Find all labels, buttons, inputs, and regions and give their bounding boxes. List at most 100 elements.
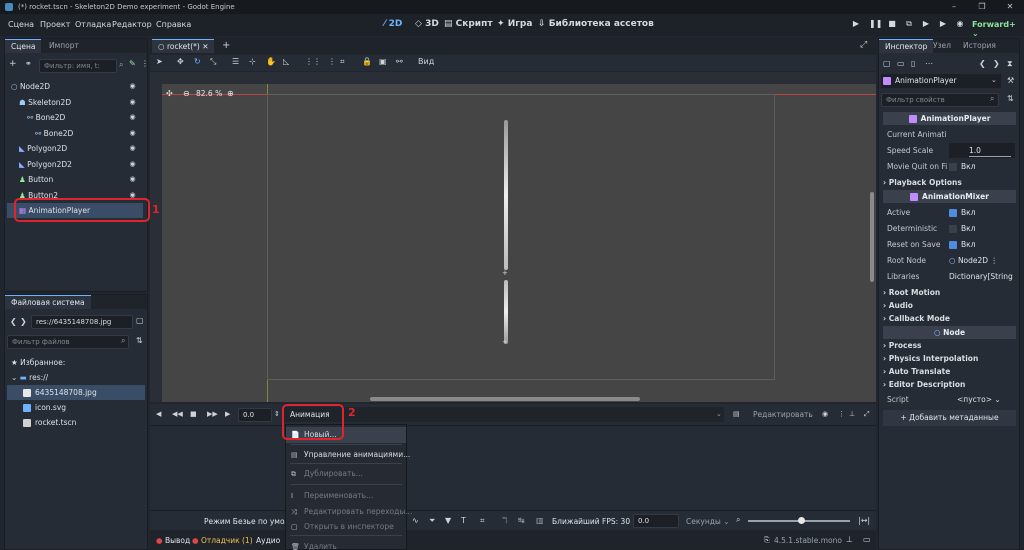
save-resource-icon[interactable]: ▯ <box>911 59 915 68</box>
prop-active-toggle[interactable]: Вкл <box>949 205 975 220</box>
scene-options-icon[interactable]: ⋮ <box>141 59 149 68</box>
close-button[interactable]: ✕ <box>996 0 1024 14</box>
property-sort-icon[interactable]: ⇅ <box>1007 94 1014 103</box>
anim-list-icon[interactable]: ▤ <box>733 410 740 418</box>
menu-scene[interactable]: Сцена <box>8 20 34 29</box>
menu-project[interactable]: Проект <box>40 20 70 29</box>
select-tool-icon[interactable]: ➤ <box>156 57 163 66</box>
pin-icon[interactable]: ⊥ <box>849 410 855 418</box>
mode-2d-button[interactable]: ⁄ 2D <box>384 19 402 29</box>
visibility-eye-icon[interactable]: ◉ <box>128 82 137 91</box>
sort-icon[interactable]: ⇅ <box>136 336 143 345</box>
object-history-icon[interactable]: ⧗ <box>1007 59 1013 69</box>
bone-icon[interactable]: ⚯ <box>396 57 403 66</box>
zoom-in-icon[interactable]: ⊕ <box>227 89 234 98</box>
section-process[interactable]: › Process <box>883 339 922 352</box>
object-selector-chevron-icon[interactable]: ⌄ <box>991 76 997 84</box>
back-icon[interactable]: ❮ <box>10 317 17 326</box>
maximize-button[interactable]: ❐ <box>968 0 996 14</box>
res-root-row[interactable]: ⌄ ▬ res:// <box>11 370 48 385</box>
play-backwards-start-icon[interactable]: ◀◀ <box>172 410 183 418</box>
remote-debug-icon[interactable]: ⧉ <box>903 19 915 31</box>
zoom-pan-icon[interactable]: ✣ <box>166 89 173 98</box>
play-custom-icon[interactable]: ▶ <box>937 19 949 31</box>
file-filter-input[interactable]: Фильтр файлов <box>7 335 129 349</box>
scale-tool-icon[interactable]: ⤡ <box>210 57 216 67</box>
path-field[interactable]: res://6435148708.jpg <box>31 315 133 329</box>
lock-icon[interactable]: 🔒 <box>362 57 372 66</box>
minimize-button[interactable]: – <box>940 0 968 14</box>
history-back-icon[interactable]: ❮ <box>979 59 986 68</box>
visibility-eye-icon[interactable]: ◉ <box>128 129 137 138</box>
anim-time-field[interactable]: 0.0 <box>238 408 272 422</box>
fps-step-icon[interactable]: ▥ <box>536 516 544 525</box>
favorites-row[interactable]: ★ Избранное: <box>11 355 65 370</box>
grid-keys-icon[interactable]: ⌗ <box>480 516 485 526</box>
scene-node-row[interactable]: ⚯ Bone2D ◉ <box>7 110 143 125</box>
grid-icon[interactable]: ⌗ <box>340 57 345 67</box>
bone-lower[interactable] <box>504 280 508 344</box>
section-root-motion[interactable]: › Root Motion <box>883 286 940 299</box>
pause-icon[interactable]: ❚❚ <box>869 19 882 31</box>
bottom-panel-icon[interactable]: ▭ <box>863 535 871 544</box>
popup-menu-item[interactable]: ▤ Управление анимациями... <box>286 447 410 463</box>
onion-skin-icon[interactable]: ◉ <box>822 410 828 418</box>
bone-upper[interactable] <box>504 120 508 270</box>
file-row-tscn[interactable]: rocket.tscn <box>23 415 76 430</box>
tab-scene[interactable]: Сцена <box>5 39 42 53</box>
menu-debug[interactable]: Отладка <box>75 20 111 29</box>
menu-help[interactable]: Справка <box>156 20 191 29</box>
tab-output[interactable]: ● Вывод <box>156 536 190 545</box>
renderer-selector[interactable]: Forward+ ⌄ <box>972 20 1024 38</box>
speed-scale-slider[interactable] <box>969 156 1011 157</box>
prop-libraries-value[interactable]: Dictionary[String <box>949 269 1013 284</box>
horizontal-scrollbar[interactable] <box>370 397 640 401</box>
mode-assetlib-button[interactable]: ⇩ Библиотека ассетов <box>538 19 654 29</box>
visibility-eye-icon[interactable]: ◉ <box>128 98 137 107</box>
timeline-zoom-handle[interactable] <box>798 517 805 524</box>
visibility-eye-icon[interactable]: ◉ <box>128 175 137 184</box>
play-start-icon[interactable]: ▶▶ <box>207 410 218 418</box>
curve-icon[interactable]: ∿ <box>412 516 419 525</box>
prop-script-value[interactable]: <пусто> ⌄ <box>957 392 1001 407</box>
channel-filter-icon[interactable]: ⏷ <box>429 516 435 526</box>
snap-icon[interactable]: ⋮⋮ <box>305 57 321 66</box>
anim-play-icon[interactable]: ▶ <box>225 410 230 418</box>
file-row-jpg[interactable]: 6435148708.jpg <box>7 385 145 400</box>
scene-node-row[interactable]: ◣ Polygon2D ◉ <box>7 141 143 156</box>
pan-tool-icon[interactable]: ✋ <box>266 57 276 66</box>
tab-rocket[interactable]: ○ rocket(*) ✕ <box>152 39 215 53</box>
visibility-eye-icon[interactable]: ◉ <box>128 144 137 153</box>
zoom-level[interactable]: 82.6 % <box>196 89 222 98</box>
resource-options-icon[interactable]: ⋯ <box>925 59 933 68</box>
scene-filter-input[interactable]: Фильтр: имя, t: <box>39 59 117 73</box>
tab-node[interactable]: Узел <box>927 39 957 53</box>
prop-movie-quit-toggle[interactable]: Вкл <box>949 159 975 174</box>
version-copy-icon[interactable]: ⎘ <box>764 536 770 545</box>
stop-icon[interactable]: ■ <box>886 19 898 31</box>
link-icon[interactable]: ⚭ <box>25 59 32 68</box>
forward-icon[interactable]: ❯ <box>20 317 27 326</box>
add-tab-icon[interactable]: + <box>222 40 230 51</box>
rotate-tool-icon[interactable]: ↻ <box>194 57 201 66</box>
vertical-scrollbar[interactable] <box>870 192 874 282</box>
anim-maximize-icon[interactable]: ⤢ <box>864 410 870 419</box>
add-node-icon[interactable]: + <box>9 59 17 69</box>
zoom-out-icon[interactable]: ⊖ <box>183 89 190 98</box>
tab-audio[interactable]: Аудио <box>256 536 280 545</box>
anim-select-chevron-icon[interactable]: ⌄ <box>716 410 722 418</box>
add-metadata-button[interactable]: + Добавить метаданные <box>883 410 1016 426</box>
play-backwards-icon[interactable]: ◀ <box>156 410 161 418</box>
snap-keys-icon[interactable]: T <box>461 516 466 525</box>
pivot-tool-icon[interactable]: ⊹ <box>249 57 256 66</box>
time-snap-icon[interactable]: ℸ <box>502 516 507 525</box>
onion-options-icon[interactable]: ⋮ <box>838 410 845 418</box>
mode-3d-button[interactable]: ◇ 3D <box>415 19 439 29</box>
play-scene-icon[interactable]: ▶ <box>920 19 932 31</box>
tab-import[interactable]: Импорт <box>43 39 85 53</box>
section-editor-description[interactable]: › Editor Description <box>883 378 965 391</box>
frame-step-icon[interactable]: ↹ <box>518 516 525 525</box>
scene-node-row[interactable]: ◣ Polygon2D2 ◉ <box>7 157 143 172</box>
file-row-svg[interactable]: icon.svg <box>23 400 66 415</box>
bone-tip-icon[interactable]: + <box>502 338 508 346</box>
